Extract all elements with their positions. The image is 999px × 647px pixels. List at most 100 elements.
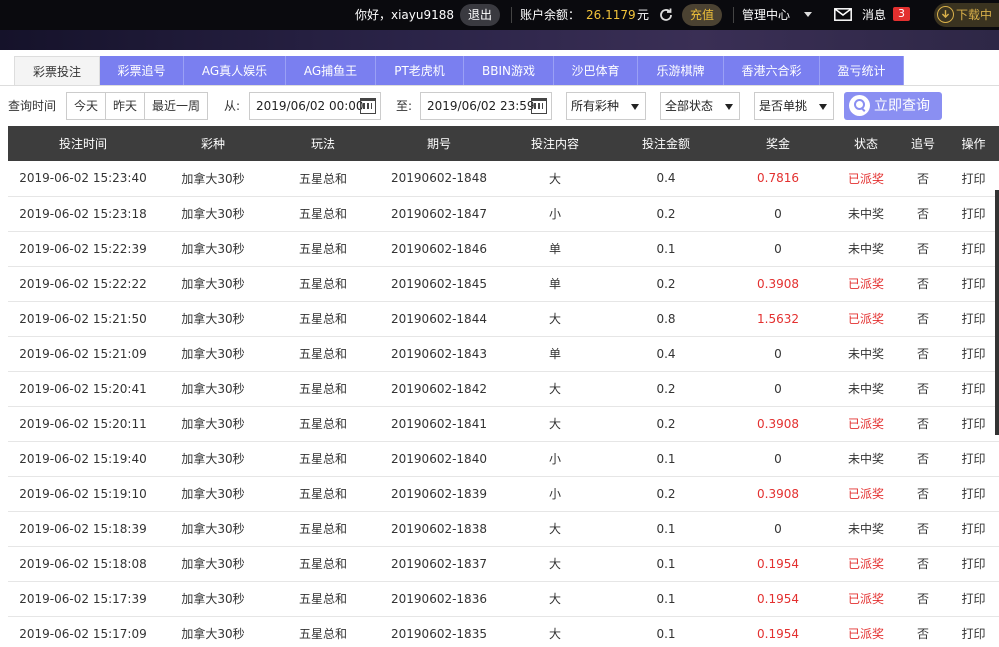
print-link[interactable]: 打印 xyxy=(948,546,999,582)
tab-saba-sports[interactable]: 沙巴体育 xyxy=(554,56,638,86)
tab-hk-mark-six[interactable]: 香港六合彩 xyxy=(724,56,820,86)
scrollbar[interactable] xyxy=(995,190,999,435)
chase-cell: 否 xyxy=(898,301,948,337)
prize-cell: 0 xyxy=(722,511,834,547)
tab-ag-fishing[interactable]: AG捕鱼王 xyxy=(286,56,376,86)
to-label: 至: xyxy=(396,99,413,113)
issue-cell: 20190602-1848 xyxy=(378,161,500,197)
start-date-field[interactable]: 2019/06/02 00:00 xyxy=(249,92,381,120)
tab-lottery-bets[interactable]: 彩票投注 xyxy=(14,56,100,86)
mail-icon[interactable] xyxy=(834,8,852,21)
lottery-cell: 加拿大30秒 xyxy=(158,546,268,582)
print-link[interactable]: 打印 xyxy=(948,336,999,372)
tab-pt-slots[interactable]: PT老虎机 xyxy=(376,56,464,86)
print-link[interactable]: 打印 xyxy=(948,266,999,302)
play-type-cell: 五星总和 xyxy=(268,301,378,337)
header-chase: 追号 xyxy=(898,126,948,161)
header-issue: 期号 xyxy=(378,126,500,161)
status-cell: 已派奖 xyxy=(834,406,898,442)
bet-amount-cell: 0.8 xyxy=(610,301,722,337)
bet-amount-cell: 0.1 xyxy=(610,511,722,547)
yesterday-button[interactable]: 昨天 xyxy=(106,93,146,119)
status-cell: 已派奖 xyxy=(834,301,898,337)
status-cell: 已派奖 xyxy=(834,546,898,582)
chase-cell: 否 xyxy=(898,196,948,232)
print-link[interactable]: 打印 xyxy=(948,441,999,477)
print-link[interactable]: 打印 xyxy=(948,231,999,267)
print-link[interactable]: 打印 xyxy=(948,371,999,407)
download-button[interactable]: 下载中 xyxy=(934,3,999,27)
print-link[interactable]: 打印 xyxy=(948,476,999,512)
print-link[interactable]: 打印 xyxy=(948,301,999,337)
issue-cell: 20190602-1843 xyxy=(378,336,500,372)
bet-time-cell: 2019-06-02 15:21:09 xyxy=(8,336,158,372)
end-date-value: 2019/06/02 23:59 xyxy=(427,99,535,113)
play-type-cell: 五星总和 xyxy=(268,511,378,547)
lottery-type-select[interactable]: 所有彩种 xyxy=(566,92,646,120)
chevron-down-icon[interactable] xyxy=(804,12,812,17)
print-link[interactable]: 打印 xyxy=(948,581,999,617)
bet-time-cell: 2019-06-02 15:21:50 xyxy=(8,301,158,337)
lottery-cell: 加拿大30秒 xyxy=(158,511,268,547)
chase-cell: 否 xyxy=(898,231,948,267)
tab-ag-live[interactable]: AG真人娱乐 xyxy=(184,56,286,86)
single-pick-select[interactable]: 是否单挑 xyxy=(754,92,834,120)
print-link[interactable]: 打印 xyxy=(948,406,999,442)
query-time-label: 查询时间 xyxy=(8,99,57,113)
status-cell: 未中奖 xyxy=(834,511,898,547)
table-row: 2019-06-02 15:18:08 加拿大30秒 五星总和 20190602-18… xyxy=(8,546,999,582)
header-play-type: 玩法 xyxy=(268,126,378,161)
bet-content-cell: 单 xyxy=(500,231,610,267)
start-date-value: 2019/06/02 00:00 xyxy=(256,99,364,113)
calendar-icon[interactable] xyxy=(531,98,547,114)
end-date-field[interactable]: 2019/06/02 23:59 xyxy=(420,92,552,120)
tab-bbin-games[interactable]: BBIN游戏 xyxy=(464,56,554,86)
status-cell: 已派奖 xyxy=(834,476,898,512)
status-select[interactable]: 全部状态 xyxy=(660,92,740,120)
manage-center-menu[interactable]: 管理中心 xyxy=(742,0,790,30)
bet-amount-cell: 0.2 xyxy=(610,406,722,442)
refresh-icon[interactable] xyxy=(658,7,674,23)
print-link[interactable]: 打印 xyxy=(948,511,999,547)
bet-time-cell: 2019-06-02 15:18:08 xyxy=(8,546,158,582)
prize-cell: 0.3908 xyxy=(722,266,834,302)
chase-cell: 否 xyxy=(898,371,948,407)
prize-cell: 0 xyxy=(722,336,834,372)
bet-content-cell: 小 xyxy=(500,476,610,512)
search-button[interactable]: 立即查询 xyxy=(844,92,942,120)
bet-content-cell: 大 xyxy=(500,546,610,582)
header-banner xyxy=(0,30,999,50)
bet-time-cell: 2019-06-02 15:20:11 xyxy=(8,406,158,442)
quick-range-group: 今天 昨天 最近一周 xyxy=(66,92,209,120)
bet-time-cell: 2019-06-02 15:20:41 xyxy=(8,371,158,407)
bet-amount-cell: 0.1 xyxy=(610,546,722,582)
calendar-icon[interactable] xyxy=(360,98,376,114)
bet-content-cell: 单 xyxy=(500,336,610,372)
today-button[interactable]: 今天 xyxy=(67,93,107,119)
status-cell: 未中奖 xyxy=(834,371,898,407)
tab-leyou-chess[interactable]: 乐游棋牌 xyxy=(638,56,724,86)
table-row: 2019-06-02 15:19:10 加拿大30秒 五星总和 20190602-18… xyxy=(8,476,999,512)
status-cell: 已派奖 xyxy=(834,266,898,302)
play-type-cell: 五星总和 xyxy=(268,266,378,302)
chevron-down-icon xyxy=(725,104,733,110)
bet-amount-cell: 0.1 xyxy=(610,441,722,477)
logout-button[interactable]: 退出 xyxy=(460,4,501,26)
divider xyxy=(733,7,734,23)
print-link[interactable]: 打印 xyxy=(948,616,999,647)
bet-content-cell: 大 xyxy=(500,581,610,617)
bet-time-cell: 2019-06-02 15:19:10 xyxy=(8,476,158,512)
tab-profit-stats[interactable]: 盈亏统计 xyxy=(820,56,904,86)
messages-link[interactable]: 消息 xyxy=(862,0,886,30)
print-link[interactable]: 打印 xyxy=(948,196,999,232)
bet-amount-cell: 0.2 xyxy=(610,476,722,512)
lottery-cell: 加拿大30秒 xyxy=(158,441,268,477)
tab-lottery-chase[interactable]: 彩票追号 xyxy=(100,56,184,86)
bet-content-cell: 大 xyxy=(500,616,610,647)
print-link[interactable]: 打印 xyxy=(948,161,999,197)
recharge-button[interactable]: 充值 xyxy=(682,4,723,26)
last-week-button[interactable]: 最近一周 xyxy=(145,93,207,119)
chase-cell: 否 xyxy=(898,511,948,547)
play-type-cell: 五星总和 xyxy=(268,616,378,647)
header-prize: 奖金 xyxy=(722,126,834,161)
